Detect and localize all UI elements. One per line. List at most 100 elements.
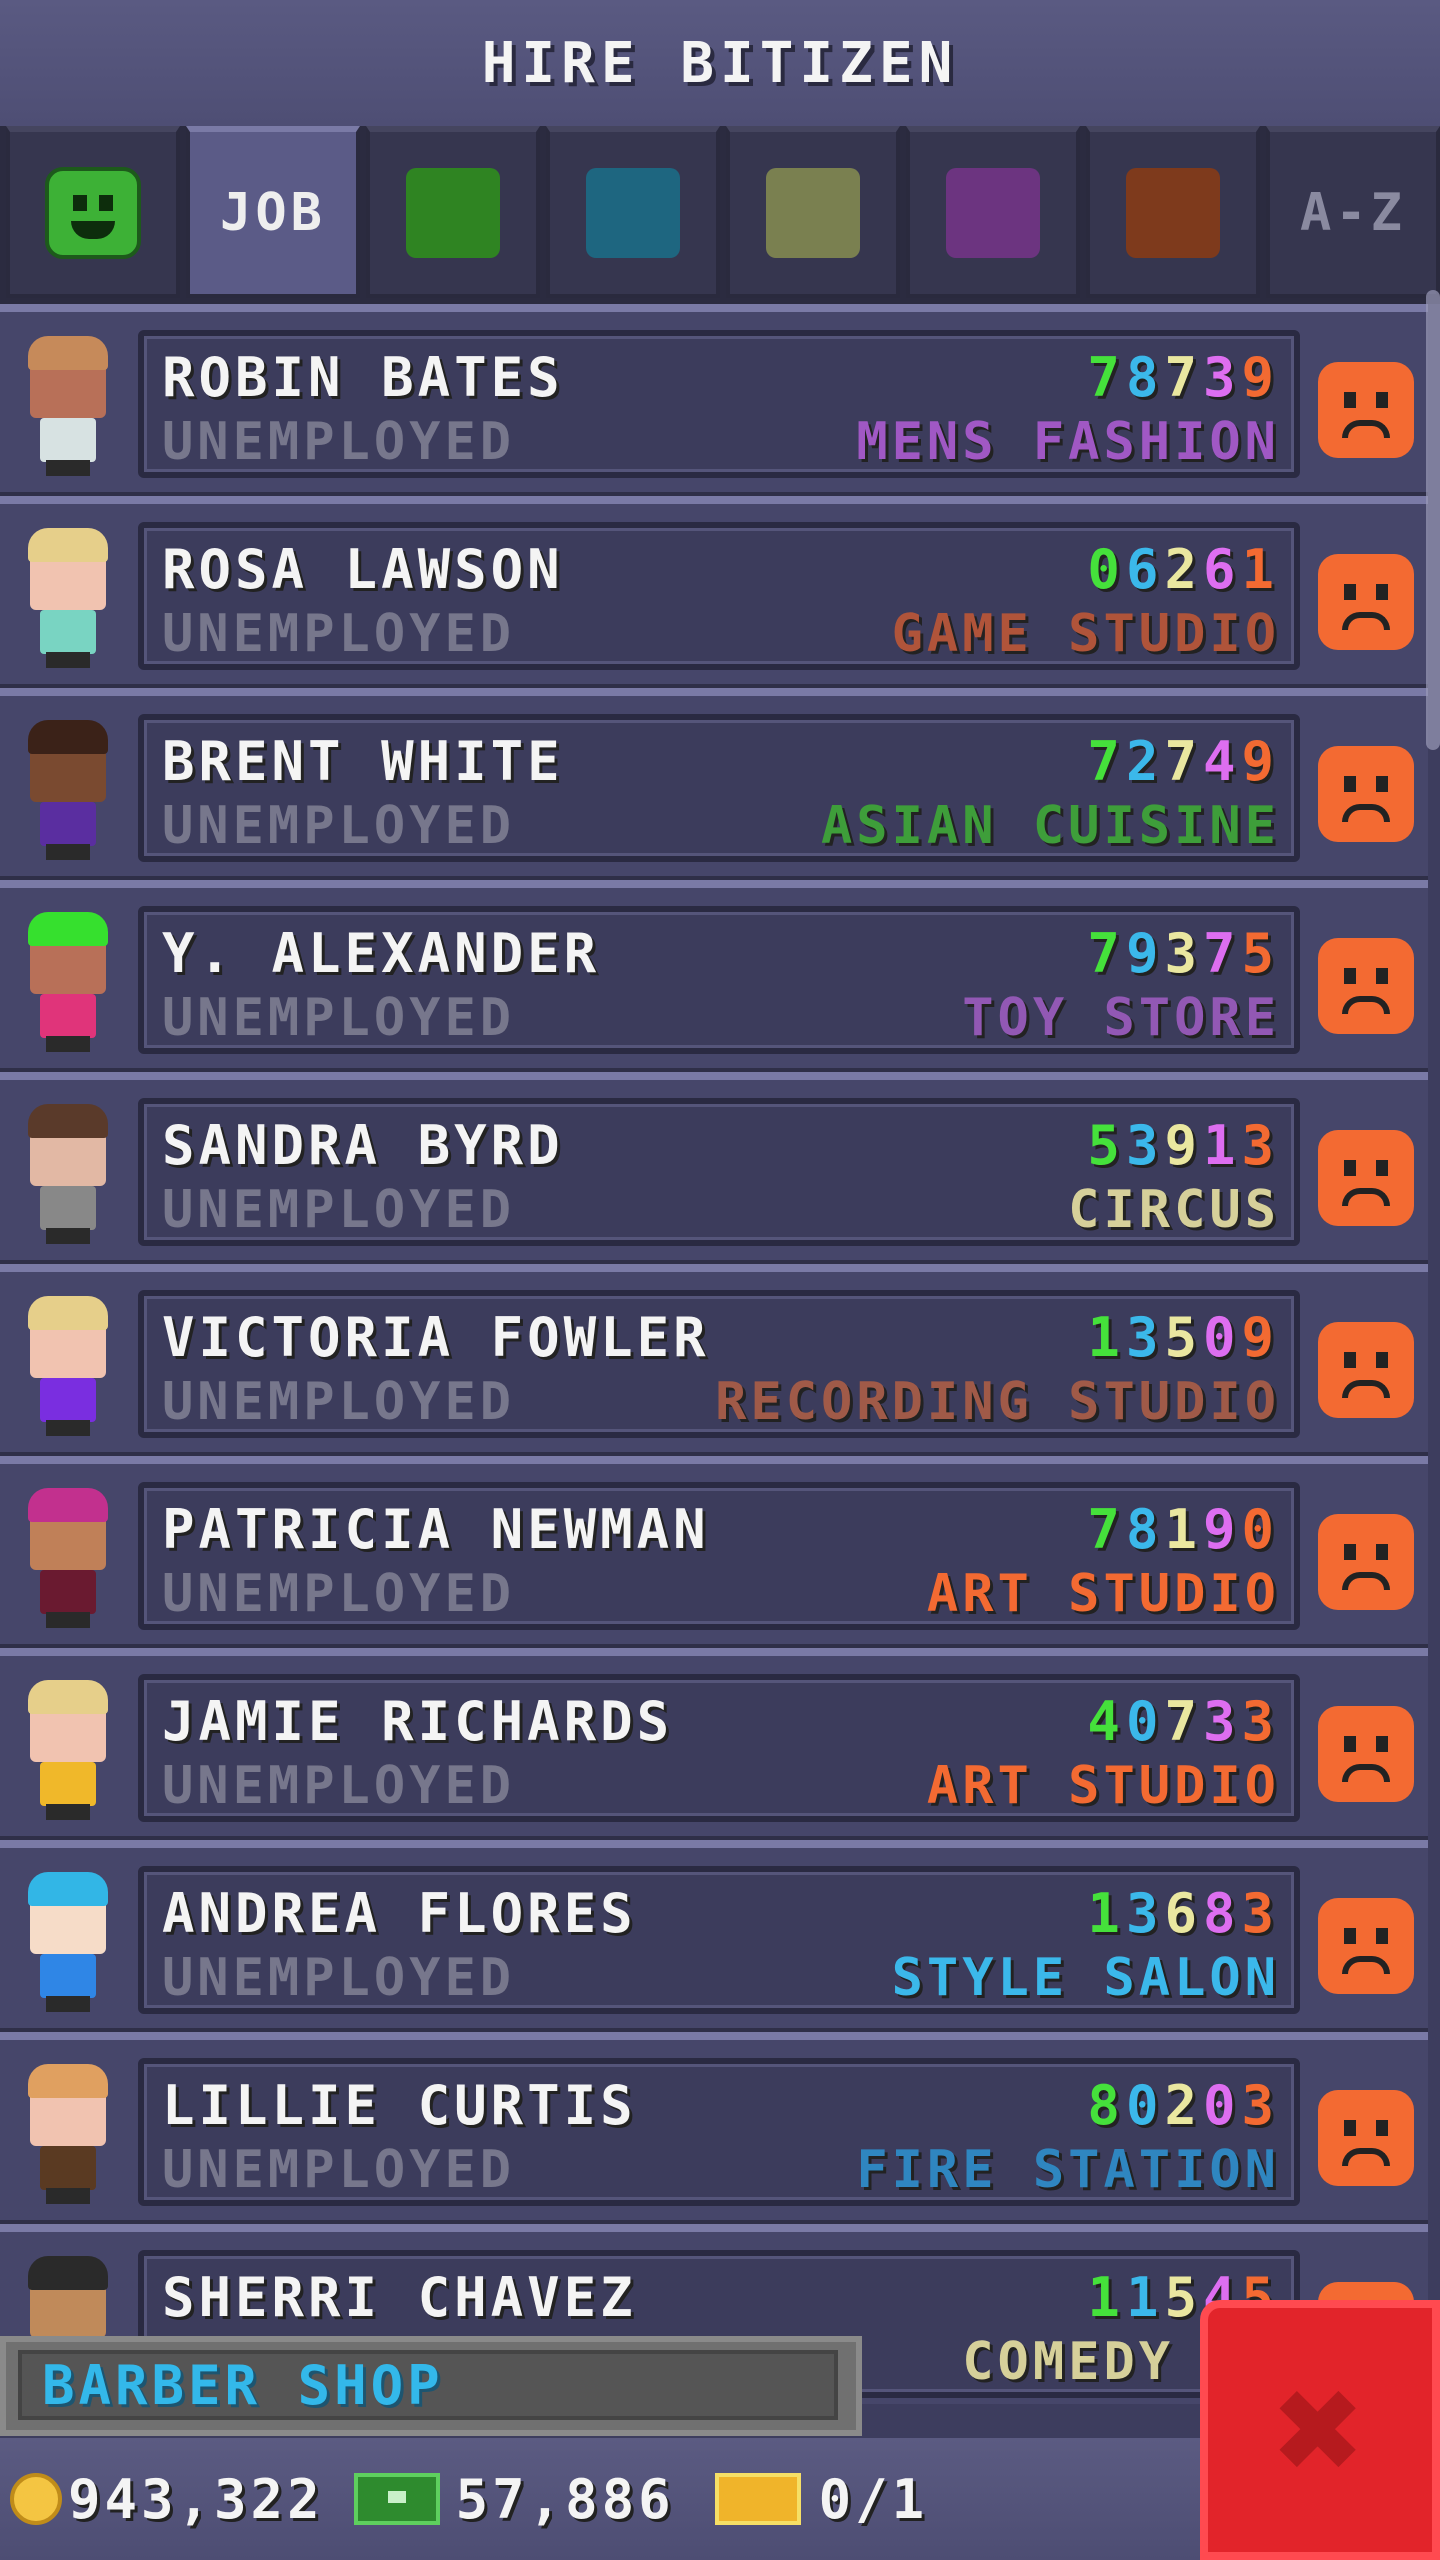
close-icon: ✖ (1274, 2343, 1366, 2517)
unhappy-face-icon (1318, 1322, 1414, 1418)
category-swatch-icon (1126, 168, 1220, 258)
skill-value: 2 (1125, 730, 1165, 793)
tab-category-6[interactable] (1086, 126, 1260, 298)
tab-label: A-Z (1300, 183, 1406, 243)
dream-job: RECORDING STUDIO (715, 1372, 1280, 1432)
bitizen-card[interactable]: LILLIE CURTIS UNEMPLOYED 80203 FIRE STATION (138, 2058, 1300, 2206)
avatar (18, 1104, 128, 1248)
skill-value: 7 (1164, 1690, 1203, 1753)
skill-value: 9 (1164, 1114, 1203, 1177)
bitizen-card[interactable]: JAMIE RICHARDS UNEMPLOYED 40733 ART STUDIO (138, 1674, 1300, 1822)
building-name: BARBER SHOP (18, 2350, 838, 2420)
avatar (18, 912, 128, 1056)
unhappy-face-icon (1318, 1130, 1414, 1226)
scrollbar[interactable] (1426, 290, 1440, 750)
bux-count: 57,886 (455, 2467, 675, 2531)
skill-value: 7 (1164, 346, 1203, 409)
job-status: UNEMPLOYED (162, 796, 516, 856)
skill-value: 0 (1125, 1690, 1165, 1753)
bitizen-card[interactable]: ROSA LAWSON UNEMPLOYED 06261 GAME STUDIO (138, 522, 1300, 670)
skill-stats: 13683 (1087, 1882, 1280, 1945)
bitizen-list[interactable]: ROBIN BATES UNEMPLOYED 78739 MENS FASHION RO… (0, 304, 1428, 2404)
page-title: HIRE BITIZEN (0, 0, 1440, 126)
skill-value: 3 (1241, 1882, 1280, 1945)
bitizen-card[interactable]: ROBIN BATES UNEMPLOYED 78739 MENS FASHION (138, 330, 1300, 478)
job-status: UNEMPLOYED (162, 2140, 516, 2200)
filter-tabs: JOB A-Z (0, 126, 1440, 304)
category-swatch-icon (766, 168, 860, 258)
tab-az[interactable]: A-Z (1266, 126, 1440, 298)
category-swatch-icon (586, 168, 680, 258)
bux-icon (353, 2473, 440, 2525)
bitizen-row[interactable]: LILLIE CURTIS UNEMPLOYED 80203 FIRE STATION (0, 2032, 1428, 2224)
ticket-icon (714, 2473, 801, 2525)
avatar (18, 1872, 128, 2016)
tab-category-4[interactable] (726, 126, 900, 298)
avatar (18, 1488, 128, 1632)
bitizen-card[interactable]: PATRICIA NEWMAN UNEMPLOYED 78190 ART STUDIO (138, 1482, 1300, 1630)
skill-value: 1 (1202, 1114, 1242, 1177)
bitizen-row[interactable]: JAMIE RICHARDS UNEMPLOYED 40733 ART STUDIO (0, 1648, 1428, 1840)
skill-value: 3 (1125, 1306, 1165, 1369)
skill-value: 1 (1087, 1306, 1126, 1369)
skill-value: 5 (1087, 1114, 1126, 1177)
unhappy-face-icon (1318, 362, 1414, 458)
skill-value: 0 (1125, 2074, 1165, 2137)
skill-stats: 53913 (1087, 1114, 1280, 1177)
bitizen-name: LILLIE CURTIS (162, 2074, 637, 2137)
skill-value: 1 (1164, 1498, 1203, 1561)
bitizen-card[interactable]: BRENT WHITE UNEMPLOYED 72749 ASIAN CUISINE (138, 714, 1300, 862)
skill-value: 1 (1125, 2266, 1165, 2329)
avatar (18, 1680, 128, 1824)
skill-stats: 79375 (1087, 922, 1280, 985)
skill-value: 4 (1087, 1690, 1126, 1753)
bitizen-card[interactable]: Y. ALEXANDER UNEMPLOYED 79375 TOY STORE (138, 906, 1300, 1054)
close-button[interactable]: ✖ (1200, 2300, 1440, 2560)
job-status: UNEMPLOYED (162, 1180, 516, 1240)
bitizen-name: ROBIN BATES (162, 346, 564, 409)
tab-category-2[interactable] (366, 126, 540, 298)
bitizen-name: JAMIE RICHARDS (162, 1690, 674, 1753)
tab-category-5[interactable] (906, 126, 1080, 298)
unhappy-face-icon (1318, 1514, 1414, 1610)
skill-value: 6 (1164, 1882, 1203, 1945)
coin-icon (10, 2473, 62, 2525)
tab-mood[interactable] (6, 126, 180, 298)
unhappy-face-icon (1318, 938, 1414, 1034)
bitizen-name: BRENT WHITE (162, 730, 564, 793)
skill-value: 3 (1241, 1114, 1280, 1177)
dream-job: FIRE STATION (856, 2140, 1280, 2200)
bitizen-row[interactable]: VICTORIA FOWLER UNEMPLOYED 13509 RECORDING … (0, 1264, 1428, 1456)
tab-job[interactable]: JOB (186, 126, 360, 298)
tab-category-3[interactable] (546, 126, 720, 298)
bitizen-row[interactable]: BRENT WHITE UNEMPLOYED 72749 ASIAN CUISINE (0, 688, 1428, 880)
bitizen-row[interactable]: ROSA LAWSON UNEMPLOYED 06261 GAME STUDIO (0, 496, 1428, 688)
bitizen-card[interactable]: ANDREA FLORES UNEMPLOYED 13683 STYLE SALON (138, 1866, 1300, 2014)
skill-value: 9 (1241, 730, 1280, 793)
job-status: UNEMPLOYED (162, 988, 516, 1048)
dream-job: STYLE SALON (891, 1948, 1280, 2008)
smiley-icon (45, 167, 141, 259)
bitizen-name: PATRICIA NEWMAN (162, 1498, 710, 1561)
bitizen-row[interactable]: Y. ALEXANDER UNEMPLOYED 79375 TOY STORE (0, 880, 1428, 1072)
ticket-count: 0/1 (818, 2467, 929, 2531)
job-status: UNEMPLOYED (162, 1564, 516, 1624)
skill-value: 7 (1087, 346, 1126, 409)
bitizen-card[interactable]: SANDRA BYRD UNEMPLOYED 53913 CIRCUS (138, 1098, 1300, 1246)
skill-value: 0 (1202, 1306, 1242, 1369)
job-status: UNEMPLOYED (162, 412, 516, 472)
skill-value: 3 (1164, 922, 1203, 985)
bitizen-row[interactable]: ANDREA FLORES UNEMPLOYED 13683 STYLE SALON (0, 1840, 1428, 2032)
bitizen-row[interactable]: SANDRA BYRD UNEMPLOYED 53913 CIRCUS (0, 1072, 1428, 1264)
job-status: UNEMPLOYED (162, 1948, 516, 2008)
bitizen-row[interactable]: ROBIN BATES UNEMPLOYED 78739 MENS FASHION (0, 304, 1428, 496)
bitizen-name: SHERRI CHAVEZ (162, 2266, 637, 2329)
bitizen-name: ANDREA FLORES (162, 1882, 637, 1945)
bitizen-name: ROSA LAWSON (162, 538, 564, 601)
bitizen-row[interactable]: PATRICIA NEWMAN UNEMPLOYED 78190 ART STUDIO (0, 1456, 1428, 1648)
skill-stats: 72749 (1087, 730, 1280, 793)
skill-value: 8 (1087, 2074, 1126, 2137)
skill-stats: 78190 (1087, 1498, 1280, 1561)
dream-job: GAME STUDIO (891, 604, 1280, 664)
bitizen-card[interactable]: VICTORIA FOWLER UNEMPLOYED 13509 RECORDING … (138, 1290, 1300, 1438)
